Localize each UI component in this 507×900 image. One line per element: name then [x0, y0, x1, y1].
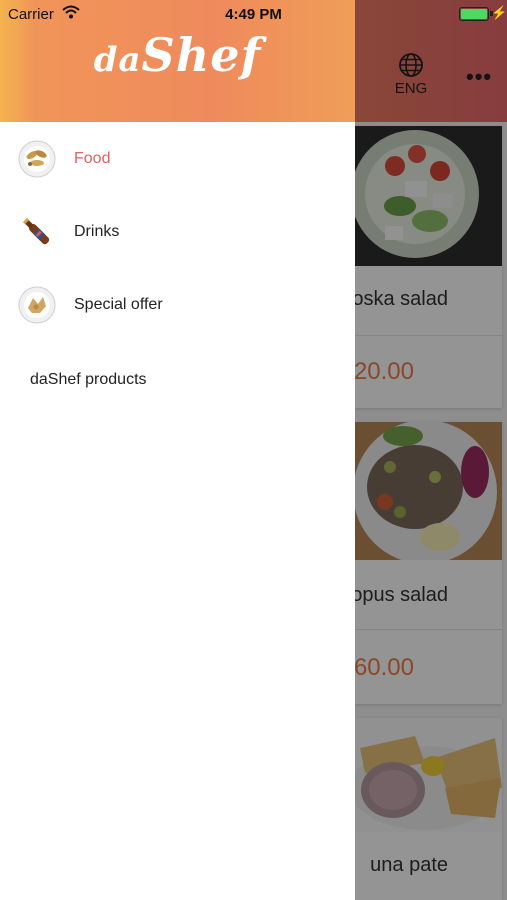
food-icon: [18, 140, 56, 178]
menu-item-drinks[interactable]: Drinks: [0, 196, 355, 268]
battery-icon: [459, 7, 493, 21]
status-bar: Carrier 4:49 PM ⚡: [0, 0, 507, 28]
drinks-bottle-icon: [18, 213, 56, 251]
menu-item-label: Food: [74, 150, 111, 167]
menu-item-special-offer[interactable]: Special offer: [0, 269, 355, 341]
navigation-drawer: daShef Food Drinks Special offer daShef …: [0, 0, 355, 900]
dashef-products-link[interactable]: daShef products: [30, 371, 147, 389]
menu-item-label: Drinks: [74, 223, 120, 240]
charging-bolt-icon: ⚡: [491, 5, 507, 20]
status-time: 4:49 PM: [225, 6, 282, 23]
menu-item-label: Special offer: [74, 296, 163, 313]
menu-item-food[interactable]: Food: [0, 123, 355, 195]
battery-level: [461, 9, 487, 19]
brand-logo: daShef: [93, 28, 262, 82]
special-offer-icon: [18, 286, 56, 324]
